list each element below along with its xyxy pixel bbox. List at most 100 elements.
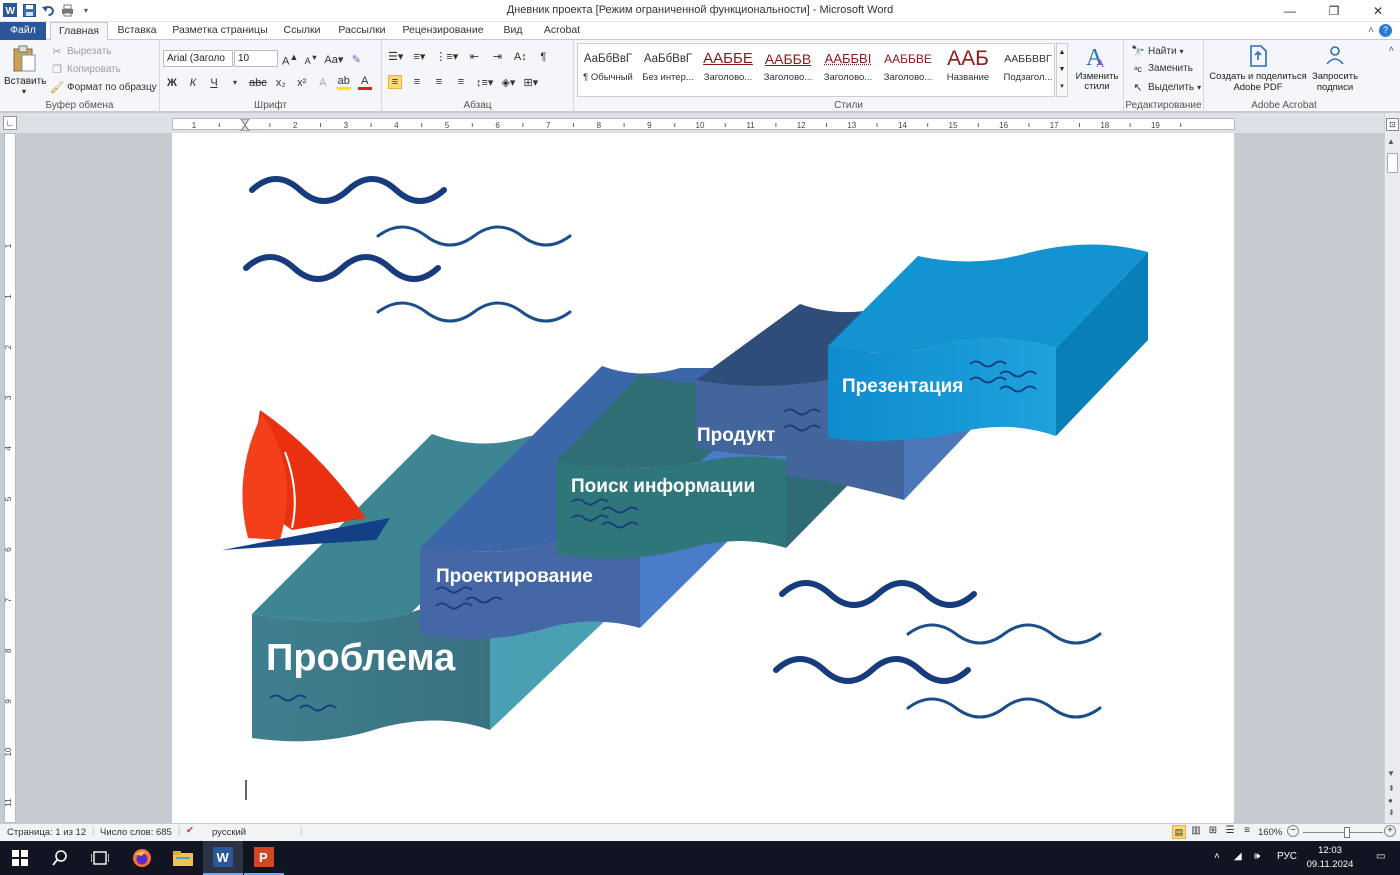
text-effects-icon[interactable]: A [316, 77, 330, 89]
bullets-icon[interactable]: ☰▾ [388, 50, 403, 63]
help-icon[interactable]: ? [1379, 24, 1392, 37]
numbering-icon[interactable]: ≡▾ [412, 50, 426, 63]
font-name-select[interactable]: Arial (Заголо [163, 50, 233, 67]
subscript-icon[interactable]: x₂ [274, 77, 288, 89]
tab-acrobat[interactable]: Acrobat [536, 22, 588, 40]
style-heading-3[interactable]: ААББВІ Заголово... [818, 44, 878, 96]
sort-icon[interactable]: A↕ [513, 51, 527, 63]
zoom-out-icon[interactable]: − [1287, 825, 1299, 837]
tab-selector[interactable]: ∟ [3, 116, 17, 130]
scroll-thumb[interactable] [1387, 153, 1398, 173]
draft-icon[interactable]: ≡ [1240, 825, 1254, 839]
font-color-icon[interactable]: A [357, 75, 372, 90]
clock[interactable]: 12:03 09.11.2024 [1300, 844, 1360, 872]
tab-page-layout[interactable]: Разметка страницы [168, 22, 272, 40]
increase-indent-icon[interactable]: ⇥ [490, 50, 504, 63]
font-size-select[interactable]: 10 [234, 50, 278, 67]
close-button[interactable]: ✕ [1356, 0, 1400, 22]
horizontal-ruler[interactable]: 112345678910111213141516171819 [172, 118, 1235, 132]
tab-mailings[interactable]: Рассылки [332, 22, 392, 40]
shrink-font-icon[interactable]: A▼ [304, 53, 318, 66]
underline-dropdown-icon[interactable]: ▾ [228, 78, 242, 87]
ribbon-expand-icon[interactable]: ˄ [1389, 44, 1394, 54]
create-pdf-button[interactable]: Создать и поделиться Adobe PDF [1208, 44, 1308, 93]
tab-insert[interactable]: Вставка [110, 22, 164, 40]
full-screen-reading-icon[interactable]: ▥ [1189, 825, 1203, 839]
change-styles-button[interactable]: AA Изменить стили [1071, 43, 1123, 92]
multilevel-list-icon[interactable]: ⋮≡▾ [435, 50, 458, 63]
explorer-taskbar-button[interactable] [163, 841, 203, 875]
search-button[interactable] [40, 841, 80, 875]
tab-references[interactable]: Ссылки [276, 22, 328, 40]
outline-icon[interactable]: ☰ [1223, 825, 1237, 839]
browse-object-icon[interactable]: ⇞ ● ⇟ [1388, 783, 1395, 819]
strikethrough-icon[interactable]: abc [249, 77, 267, 89]
decrease-indent-icon[interactable]: ⇤ [467, 50, 481, 63]
print-layout-icon[interactable]: ▤ [1172, 825, 1186, 839]
network-icon[interactable]: ◢ [1234, 851, 1242, 862]
style-normal[interactable]: АаБбВвГ ¶ Обычный [578, 44, 638, 96]
language-indicator[interactable]: РУС [1277, 851, 1297, 862]
style-subtitle[interactable]: ААББВВГ Подзагол... [998, 44, 1058, 96]
align-left-icon[interactable]: ≡ [388, 75, 402, 89]
italic-icon[interactable]: К [186, 77, 200, 89]
highlight-icon[interactable]: ab [336, 75, 351, 90]
firefox-taskbar-button[interactable] [122, 841, 162, 875]
vertical-scrollbar[interactable]: ⊡ ▲ ▼ ⇞ ● ⇟ [1384, 113, 1400, 823]
notifications-icon[interactable]: ▭ [1376, 851, 1385, 862]
zoom-slider-thumb[interactable] [1344, 827, 1350, 838]
borders-icon[interactable]: ⊞▾ [523, 76, 538, 89]
find-button[interactable]: 🔭 Найти ▾ [1131, 45, 1183, 58]
scroll-down-icon[interactable]: ▼ [1387, 769, 1395, 778]
zoom-in-icon[interactable]: + [1384, 825, 1396, 837]
tab-file[interactable]: Файл [0, 22, 46, 40]
tab-review[interactable]: Рецензирование [396, 22, 490, 40]
paste-button[interactable]: Вставить ▾ [4, 43, 46, 99]
align-center-icon[interactable]: ≡ [410, 76, 424, 88]
style-heading-4[interactable]: ААББВЕ Заголово... [878, 44, 938, 96]
shading-icon[interactable]: ◈▾ [501, 76, 515, 89]
pilcrow-icon[interactable]: ¶ [536, 51, 550, 63]
request-sign-button[interactable]: Запросить подписи [1308, 44, 1362, 93]
justify-icon[interactable]: ≡ [454, 76, 468, 88]
volume-icon[interactable]: 🕪 [1254, 851, 1260, 862]
minimize-button[interactable]: — [1268, 0, 1312, 22]
zoom-level[interactable]: 160% [1258, 827, 1282, 838]
grow-font-icon[interactable]: A▲ [282, 52, 298, 68]
start-button[interactable] [0, 841, 40, 875]
restore-button[interactable]: ❐ [1312, 0, 1356, 22]
word-taskbar-button[interactable]: W [203, 841, 243, 875]
collapse-ribbon-icon[interactable]: ˄ [1368, 25, 1374, 36]
format-painter-button[interactable]: 🖌 Формат по образцу [50, 81, 157, 94]
tray-expand-icon[interactable]: ˄ [1214, 851, 1220, 862]
underline-icon[interactable]: Ч [207, 77, 221, 89]
bold-icon[interactable]: Ж [165, 77, 179, 89]
style-no-spacing[interactable]: АаБбВвГ Без интер... [638, 44, 698, 96]
cut-button[interactable]: ✂ Вырезать [50, 45, 111, 58]
replace-button[interactable]: ᵃc Заменить [1131, 63, 1193, 74]
styles-gallery-scroll[interactable]: ▲ ▼ ▾ [1056, 43, 1068, 97]
style-heading-1[interactable]: ААББЕ Заголово... [698, 44, 758, 96]
style-title[interactable]: ААБ Название [938, 44, 998, 96]
scroll-up-icon[interactable]: ▲ [1387, 137, 1395, 146]
zoom-slider[interactable] [1303, 832, 1383, 833]
style-heading-2[interactable]: ААББВ Заголово... [758, 44, 818, 96]
change-case-icon[interactable]: Aa▾ [324, 53, 343, 66]
align-right-icon[interactable]: ≡ [432, 76, 446, 88]
web-layout-icon[interactable]: ⊞ [1206, 825, 1220, 839]
language-status[interactable]: русский [212, 827, 246, 838]
tab-view[interactable]: Вид [494, 22, 532, 40]
copy-button[interactable]: ❐ Копировать [50, 63, 121, 76]
powerpoint-taskbar-button[interactable]: P [244, 841, 284, 875]
page-count[interactable]: Страница: 1 из 12 [7, 827, 86, 838]
ruler-toggle-icon[interactable]: ⊡ [1386, 118, 1399, 131]
superscript-icon[interactable]: x² [295, 77, 309, 89]
task-view-button[interactable] [80, 841, 120, 875]
vertical-ruler[interactable]: 1123456789101112 [4, 133, 16, 858]
clear-formatting-icon[interactable]: ✎ [349, 53, 363, 66]
word-count[interactable]: Число слов: 685 [100, 827, 172, 838]
document-page[interactable]: Проблема Проектирование Поиск информации… [172, 133, 1234, 823]
line-spacing-icon[interactable]: ↕≡▾ [476, 76, 493, 89]
tab-home[interactable]: Главная [50, 22, 108, 41]
spellcheck-icon[interactable]: ✔ [186, 825, 194, 836]
